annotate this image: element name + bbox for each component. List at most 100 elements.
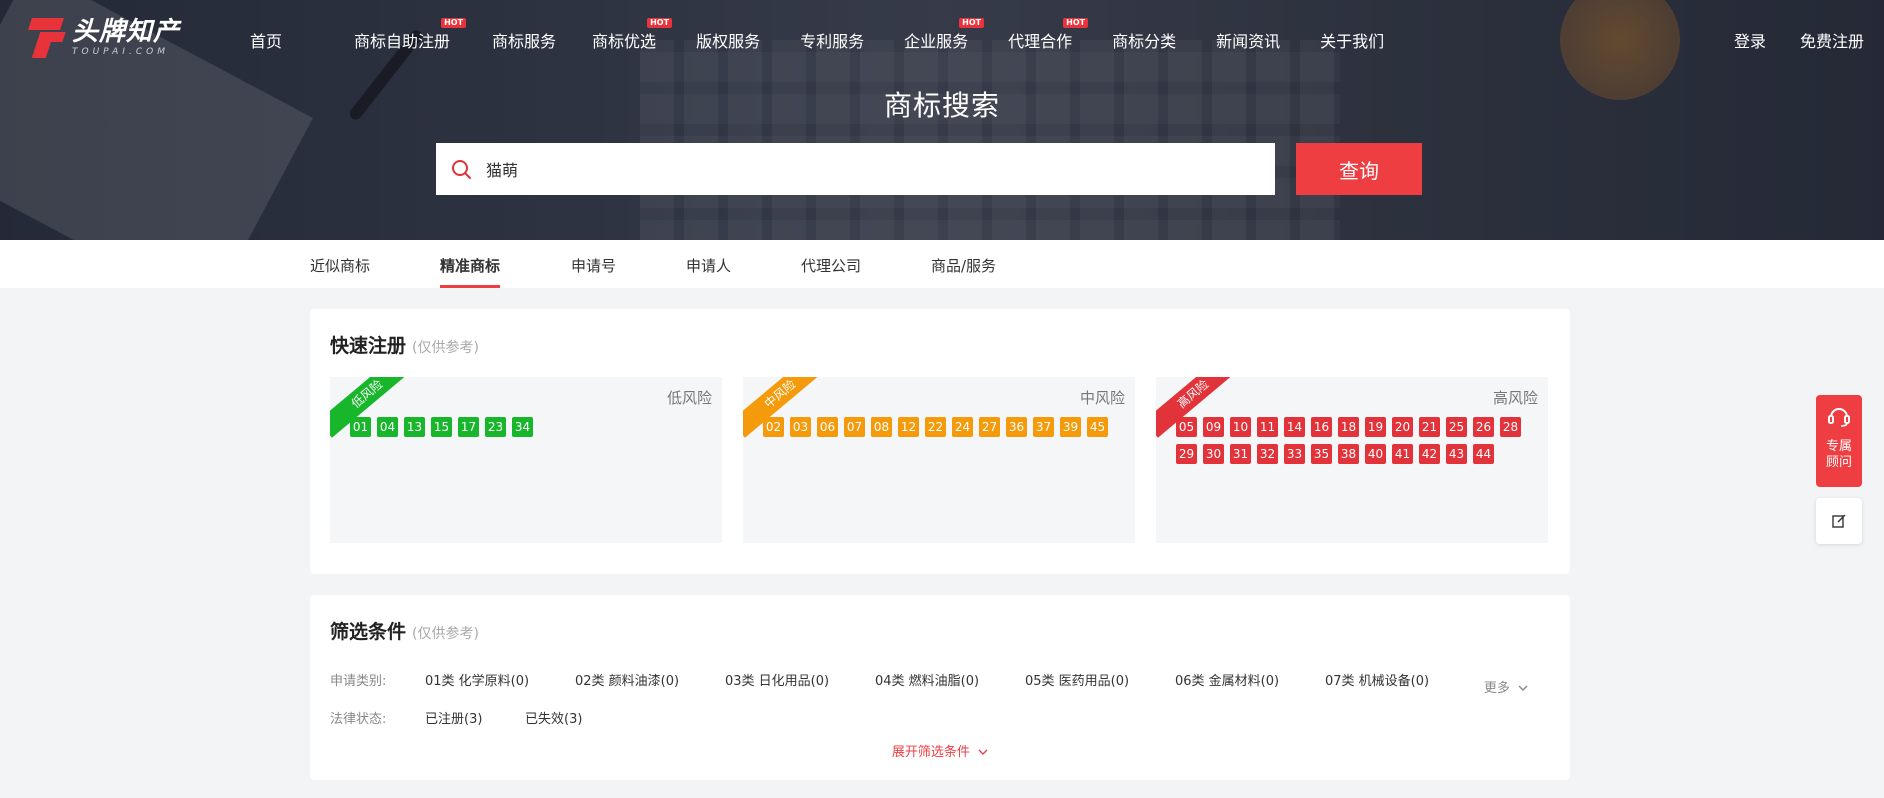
filter-card: 筛选条件 (仅供参考) 申请类别: 01类 化学原料(0) 02类 颜料油漆(0)… [310,595,1570,780]
auth-links: 登录 免费注册 [1734,28,1864,52]
hot-badge: HOT [647,18,673,28]
class-code-chip[interactable]: 39 [1060,417,1081,437]
risk-codes: 05 09 10 11 14 16 18 19 20 21 25 26 28 29 30 31 32 33 35 38… [1176,417,1546,464]
filter-option[interactable]: 05类 医药用品(0) [1025,670,1175,689]
class-code-chip[interactable]: 30 [1203,444,1224,464]
tab-exact-trademark[interactable]: 精准商标 [440,255,501,288]
search-button[interactable]: 查询 [1296,143,1422,195]
menu-item-enterprise-service[interactable]: 企业服务 HOT [904,18,985,52]
filter-option[interactable]: 03类 日化用品(0) [725,670,875,689]
class-code-chip[interactable]: 43 [1446,444,1467,464]
class-code-chip[interactable]: 25 [1446,417,1467,437]
class-code-chip[interactable]: 12 [898,417,919,437]
menu-item-copyright-service[interactable]: 版权服务 [696,28,760,52]
tab-applicant[interactable]: 申请人 [686,255,731,276]
filter-option[interactable]: 04类 燃料油脂(0) [875,670,1025,689]
menu-item-patent-service[interactable]: 专利服务 [800,28,864,52]
class-code-chip[interactable]: 42 [1419,444,1440,464]
menu-item-trademark-service[interactable]: 商标服务 [492,28,556,52]
menu-item-about-us[interactable]: 关于我们 [1320,28,1384,52]
class-code-chip[interactable]: 02 [763,417,784,437]
filter-option[interactable]: 06类 金属材料(0) [1175,670,1325,689]
hot-badge: HOT [441,18,467,28]
class-code-chip[interactable]: 33 [1284,444,1305,464]
tab-agent-company[interactable]: 代理公司 [801,255,861,276]
class-code-chip[interactable]: 35 [1311,444,1332,464]
tab-similar-trademark[interactable]: 近似商标 [310,255,370,276]
main-menu: 首页 商标自助注册 HOT 商标服务 商标优选 HOT 版权服务 专利服务 企业服务… [250,18,1384,52]
class-code-chip[interactable]: 41 [1392,444,1413,464]
register-link[interactable]: 免费注册 [1800,28,1864,52]
class-code-chip[interactable]: 17 [458,417,479,437]
class-code-chip[interactable]: 09 [1203,417,1224,437]
login-link[interactable]: 登录 [1734,28,1766,52]
class-code-chip[interactable]: 27 [979,417,1000,437]
filter-option[interactable]: 01类 化学原料(0) [425,670,575,689]
class-code-chip[interactable]: 44 [1473,444,1494,464]
class-code-chip[interactable]: 45 [1087,417,1108,437]
logo[interactable]: 头牌知产 TOUPAI.COM [28,18,180,58]
quick-register-title: 快速注册 (仅供参考) [330,335,479,357]
class-code-chip[interactable]: 14 [1284,417,1305,437]
class-code-chip[interactable]: 31 [1230,444,1251,464]
class-code-chip[interactable]: 40 [1365,444,1386,464]
quick-register-card: 快速注册 (仅供参考) 低风险 低风险 01 04 13 15 17 23 34 中风险 中风… [310,309,1570,574]
class-code-chip[interactable]: 01 [350,417,371,437]
class-code-chip[interactable]: 19 [1365,417,1386,437]
menu-item-trademark-categories[interactable]: 商标分类 [1112,28,1176,52]
filter-option[interactable]: 已注册(3) [425,708,525,727]
class-code-chip[interactable]: 20 [1392,417,1413,437]
class-code-chip[interactable]: 29 [1176,444,1197,464]
class-code-chip[interactable]: 15 [431,417,452,437]
menu-item-trademark-self-register[interactable]: 商标自助注册 HOT [354,18,467,52]
risk-label: 低风险 [666,389,712,407]
class-code-chip[interactable]: 23 [485,417,506,437]
filter-title: 筛选条件 (仅供参考) [330,621,479,643]
risk-label: 高风险 [1492,389,1538,407]
class-code-chip[interactable]: 07 [844,417,865,437]
filter-option[interactable]: 02类 颜料油漆(0) [575,670,725,689]
class-code-chip[interactable]: 36 [1006,417,1027,437]
class-code-chip[interactable]: 22 [925,417,946,437]
headset-icon [1828,408,1850,427]
edit-icon [1832,514,1846,528]
tab-application-number[interactable]: 申请号 [571,255,616,276]
class-code-chip[interactable]: 34 [512,417,533,437]
class-code-chip[interactable]: 10 [1230,417,1251,437]
risk-group-low: 低风险 低风险 01 04 13 15 17 23 34 [330,377,722,543]
risk-group-medium: 中风险 中风险 02 03 06 07 08 12 22 24 27 36 37 39 45 [743,377,1135,543]
class-code-chip[interactable]: 13 [404,417,425,437]
class-code-chip[interactable]: 32 [1257,444,1278,464]
consult-label-line2: 顾问 [1825,455,1852,470]
class-code-chip[interactable]: 26 [1473,417,1494,437]
class-code-chip[interactable]: 38 [1338,444,1359,464]
class-code-chip[interactable]: 16 [1311,417,1332,437]
filter-key-class: 申请类别: [330,674,387,689]
class-code-chip[interactable]: 37 [1033,417,1054,437]
class-code-chip[interactable]: 03 [790,417,811,437]
risk-group-high: 高风险 高风险 05 09 10 11 14 16 18 19 20 21 25 26 28 29 30 31… [1156,377,1548,543]
class-code-chip[interactable]: 05 [1176,417,1197,437]
risk-label: 中风险 [1079,389,1125,407]
more-filters-button[interactable]: 更多 [1484,677,1528,696]
class-code-chip[interactable]: 24 [952,417,973,437]
class-code-chip[interactable]: 18 [1338,417,1359,437]
dedicated-consultant-button[interactable]: 专属 顾问 [1816,395,1862,487]
expand-filters-button[interactable]: 展开筛选条件 [310,741,1570,760]
filter-option[interactable]: 已失效(3) [525,708,625,727]
class-code-chip[interactable]: 06 [817,417,838,437]
class-code-chip[interactable]: 08 [871,417,892,437]
tab-goods-services[interactable]: 商品/服务 [931,255,996,276]
search-input[interactable] [486,143,1275,195]
filter-option[interactable]: 07类 机械设备(0) [1325,670,1475,689]
class-code-chip[interactable]: 11 [1257,417,1278,437]
menu-item-home[interactable]: 首页 [250,28,282,52]
feedback-edit-button[interactable] [1816,498,1862,544]
class-code-chip[interactable]: 04 [377,417,398,437]
filter-row-class: 申请类别: 01类 化学原料(0) 02类 颜料油漆(0) 03类 日化用品(0… [330,670,1475,689]
class-code-chip[interactable]: 28 [1500,417,1521,437]
class-code-chip[interactable]: 21 [1419,417,1440,437]
menu-item-trademark-select[interactable]: 商标优选 HOT [592,18,673,52]
menu-item-agent-cooperation[interactable]: 代理合作 HOT [1008,18,1089,52]
menu-item-news[interactable]: 新闻资讯 [1216,28,1280,52]
